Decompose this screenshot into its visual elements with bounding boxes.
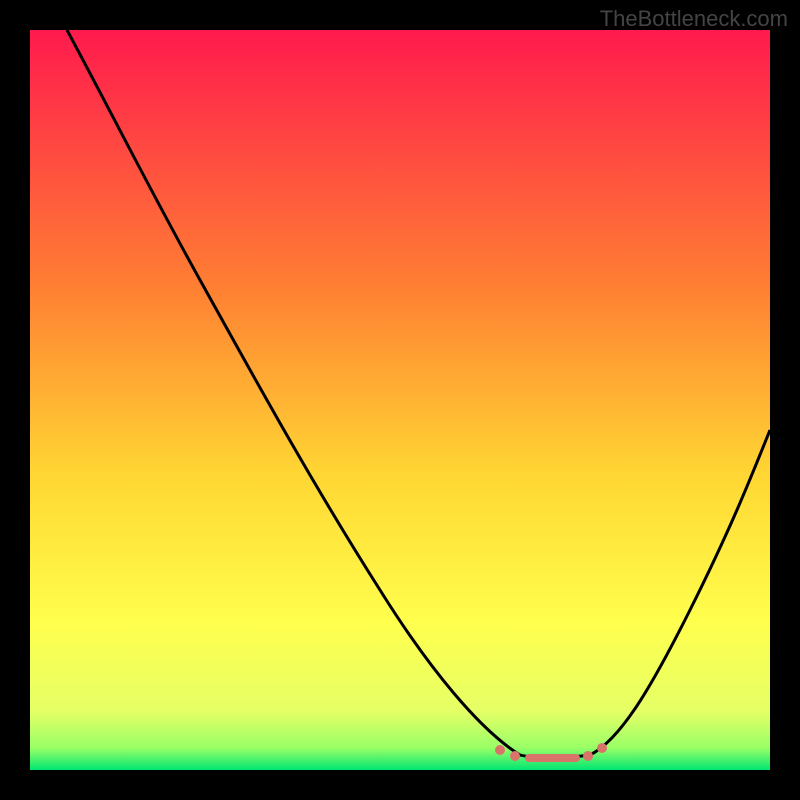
gradient-background	[30, 30, 770, 770]
watermark-text: TheBottleneck.com	[600, 6, 788, 32]
plot-area	[30, 30, 770, 770]
chart-svg	[30, 30, 770, 770]
chart-container: TheBottleneck.com	[0, 0, 800, 800]
